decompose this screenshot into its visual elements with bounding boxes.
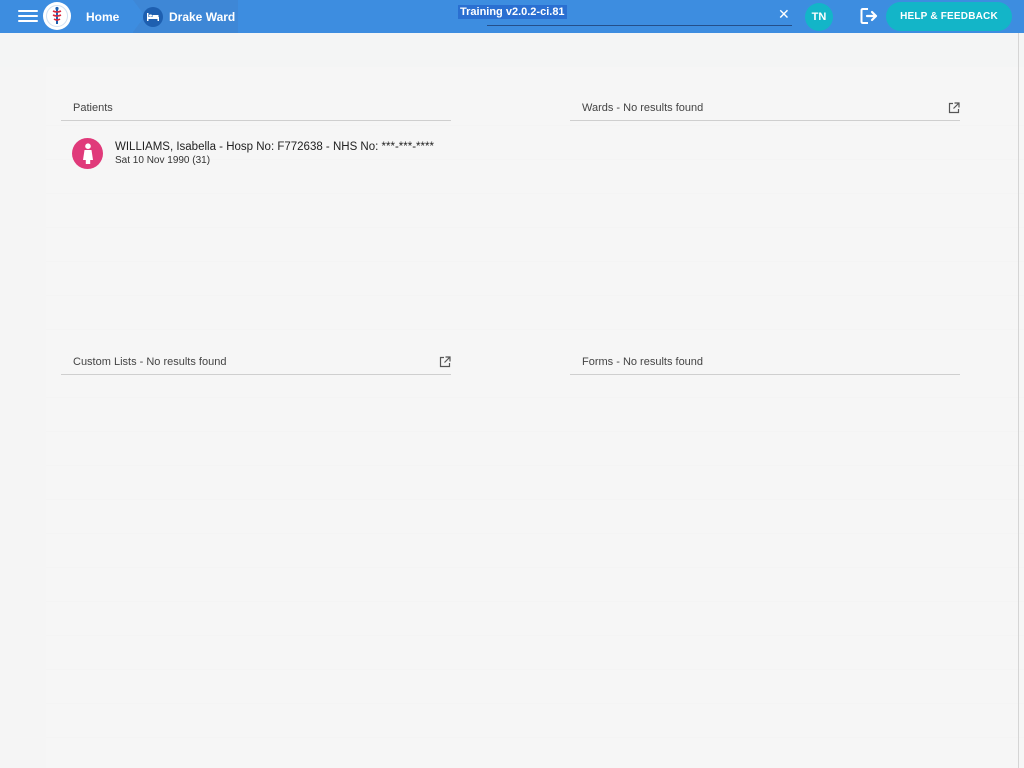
search-box: Training v2.0.2-ci.81 ✕: [457, 4, 797, 28]
female-person-icon: [72, 138, 103, 169]
bed-icon: [143, 6, 163, 27]
user-avatar[interactable]: TN: [805, 3, 833, 31]
search-input[interactable]: Training v2.0.2-ci.81: [458, 5, 567, 19]
patient-result-item[interactable]: WILLIAMS, Isabella - Hosp No: F772638 - …: [72, 138, 472, 170]
breadcrumb-home-label: Home: [86, 9, 120, 24]
wards-title-text: Wards - No results found: [582, 102, 704, 114]
custom-lists-title-text: Custom Lists - No results found: [73, 356, 227, 368]
wards-section-title: Wards - No results found: [570, 102, 960, 121]
app-logo[interactable]: [43, 2, 71, 30]
breadcrumb-ward[interactable]: Drake Ward: [143, 0, 235, 33]
overlay-edge: [1018, 33, 1019, 768]
menu-icon[interactable]: [18, 8, 38, 24]
top-app-bar: Home Drake Ward Training v2.0.2-ci.81 ✕ …: [0, 0, 1024, 33]
patients-title-text: Patients: [73, 102, 113, 114]
external-link-icon[interactable]: [948, 102, 960, 114]
help-feedback-button[interactable]: HELP & FEEDBACK: [886, 2, 1012, 31]
search-underline: [487, 25, 792, 26]
logout-icon[interactable]: [860, 7, 880, 25]
custom-lists-section: Custom Lists - No results found: [61, 356, 451, 375]
forms-title-text: Forms - No results found: [582, 356, 704, 368]
wards-section: Wards - No results found: [570, 102, 960, 121]
external-link-icon[interactable]: [439, 356, 451, 368]
patients-section-title: Patients: [61, 102, 451, 121]
forms-section-title: Forms - No results found: [570, 356, 960, 375]
patient-dob-line: Sat 10 Nov 1990 (31): [115, 155, 211, 166]
patient-name-line: WILLIAMS, Isabella - Hosp No: F772638 - …: [115, 141, 434, 153]
close-icon[interactable]: ✕: [778, 6, 790, 23]
custom-lists-section-title: Custom Lists - No results found: [61, 356, 451, 375]
breadcrumb-ward-label: Drake Ward: [169, 9, 236, 24]
caduceus-icon: [46, 5, 68, 27]
patients-section: Patients: [61, 102, 451, 121]
forms-section: Forms - No results found: [570, 356, 960, 375]
breadcrumb-home[interactable]: Home: [72, 0, 146, 33]
